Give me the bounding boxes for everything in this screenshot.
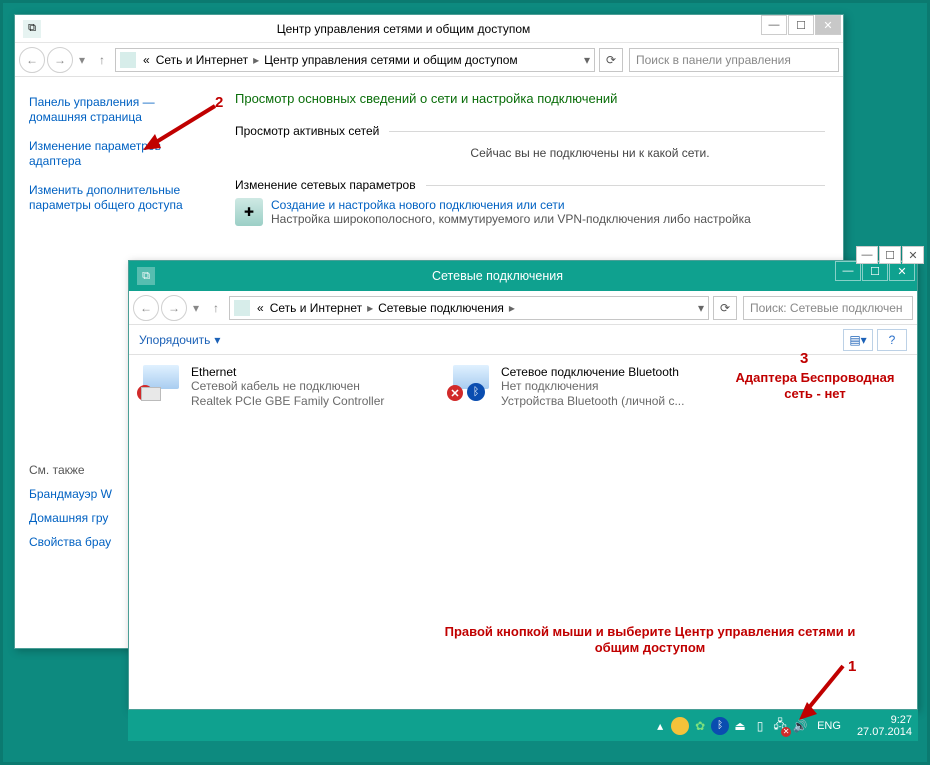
system-tray: ▴ ✿ ᛒ ⏏ ▯ 🖧✕ 🔊 ENG 9:27 27.07.2014 [651,714,912,738]
breadcrumb-pre: « [140,53,153,67]
sidebar-sharing-settings-link[interactable]: Изменить дополнительныепараметры общего … [29,183,215,213]
tray-volume-icon[interactable]: 🔊 [791,717,809,735]
back-button[interactable]: ← [133,295,159,321]
window-title: Сетевые подключения [161,269,834,283]
search-input[interactable]: Поиск в панели управления [629,48,839,72]
annotation-number-2: 2 [215,94,223,111]
error-icon: ✕ [447,385,463,401]
breadcrumb-item[interactable]: Сетевые подключения [375,301,507,315]
search-input[interactable]: Поиск: Сетевые подключен [743,296,913,320]
section-active-networks: Просмотр активных сетей [235,124,825,138]
title-bar: ⧉ Сетевые подключения — ☐ ✕ [129,261,917,291]
breadcrumb-item[interactable]: Центр управления сетями и общим доступом [261,53,521,67]
tray-network-icon[interactable]: 🖧✕ [771,717,789,735]
adapter-name: Ethernet [191,365,384,379]
minimize-button[interactable]: — [761,15,787,35]
new-connection-link[interactable]: Создание и настройка нового подключения … [271,198,751,212]
search-placeholder: Поиск: Сетевые подключен [750,301,903,315]
adapter-bluetooth[interactable]: ✕ ᛒ Сетевое подключение Bluetooth Нет по… [453,365,733,409]
view-options-button[interactable]: ▤▾ [843,329,873,351]
tray-eject-icon[interactable]: ⏏ [731,717,749,735]
dropdown-icon: ▾ [214,333,220,347]
address-bar[interactable]: « Сеть и Интернет ▸ Центр управления сет… [115,48,595,72]
minimize-button[interactable]: — [835,261,861,281]
history-dropdown[interactable]: ▾ [75,47,89,73]
help-button[interactable]: ? [877,329,907,351]
adapter-name: Сетевое подключение Bluetooth [501,365,684,379]
no-connection-text: Сейчас вы не подключены ни к какой сети. [235,146,825,160]
background-window-buttons: — ☐ ✕ [855,246,924,264]
adapter-device: Устройства Bluetooth (личной с... [501,394,684,409]
window-title: Центр управления сетями и общим доступом [47,22,760,36]
sidebar-home-link[interactable]: Панель управления —домашняя страница [29,95,215,125]
up-button[interactable]: ↑ [205,297,227,319]
dropdown-icon[interactable]: ▾ [584,53,590,67]
tray-language[interactable]: ENG [817,720,841,732]
section-change-settings: Изменение сетевых параметров [235,178,825,192]
chevron-right-icon: ▸ [507,301,517,315]
up-button[interactable]: ↑ [91,49,113,71]
new-connection-icon: ✚ [235,198,263,226]
app-icon: ⧉ [137,267,155,285]
tray-clock[interactable]: 9:27 27.07.2014 [857,714,912,738]
close-button[interactable]: ✕ [902,246,924,264]
location-icon [120,52,136,68]
tray-skype-icon[interactable]: ✿ [691,717,709,735]
minimize-button[interactable]: — [856,246,878,264]
close-button[interactable]: ✕ [815,15,841,35]
see-also-label: См. также [29,463,85,477]
maximize-button[interactable]: ☐ [788,15,814,35]
toolbar: ← → ▾ ↑ « Сеть и Интернет ▸ Сетевые подк… [129,291,917,325]
location-icon [234,300,250,316]
chevron-right-icon: ▸ [251,53,261,67]
tray-app-icon[interactable] [671,717,689,735]
tray-battery-icon[interactable]: ▯ [751,717,769,735]
command-bar: Упорядочить ▾ ▤▾ ? [129,325,917,355]
history-dropdown[interactable]: ▾ [189,295,203,321]
sidebar-adapter-settings-link[interactable]: Изменение параметровадаптера [29,139,215,169]
app-icon: ⧉ [23,20,41,38]
forward-button[interactable]: → [161,295,187,321]
bluetooth-icon: ᛒ [467,383,485,401]
breadcrumb-item[interactable]: Сеть и Интернет [267,301,365,315]
new-connection-desc: Настройка широкополосного, коммутируемог… [271,212,751,226]
breadcrumb-item[interactable]: Сеть и Интернет [153,53,251,67]
organize-button[interactable]: Упорядочить ▾ [139,333,220,347]
annotation-instruction: Правой кнопкой мыши и выберите Центр упр… [420,624,880,656]
annotation-text-3: Адаптера Беспроводнаясеть - нет [725,370,905,402]
annotation-number-1: 1 [848,658,856,675]
adapter-ethernet[interactable]: ✕ Ethernet Сетевой кабель не подключен R… [143,365,423,409]
chevron-right-icon: ▸ [365,301,375,315]
adapter-device: Realtek PCIe GBE Family Controller [191,394,384,409]
adapter-status: Нет подключения [501,379,684,394]
forward-button[interactable]: → [47,47,73,73]
annotation-number-3: 3 [800,350,808,367]
search-placeholder: Поиск в панели управления [636,53,791,67]
back-button[interactable]: ← [19,47,45,73]
taskbar: ▴ ✿ ᛒ ⏏ ▯ 🖧✕ 🔊 ENG 9:27 27.07.2014 [128,710,918,741]
tray-bluetooth-icon[interactable]: ᛒ [711,717,729,735]
close-button[interactable]: ✕ [889,261,915,281]
dropdown-icon[interactable]: ▾ [698,301,704,315]
breadcrumb-pre: « [254,301,267,315]
nic-icon [141,387,161,401]
maximize-button[interactable]: ☐ [879,246,901,264]
adapter-status: Сетевой кабель не подключен [191,379,384,394]
refresh-button[interactable]: ⟳ [713,296,737,320]
tray-up-icon[interactable]: ▴ [651,717,669,735]
page-title: Просмотр основных сведений о сети и наст… [235,91,825,106]
toolbar: ← → ▾ ↑ « Сеть и Интернет ▸ Центр управл… [15,43,843,77]
title-bar: ⧉ Центр управления сетями и общим доступ… [15,15,843,43]
new-connection-item[interactable]: ✚ Создание и настройка нового подключени… [235,198,825,226]
maximize-button[interactable]: ☐ [862,261,888,281]
address-bar[interactable]: « Сеть и Интернет ▸ Сетевые подключения … [229,296,709,320]
refresh-button[interactable]: ⟳ [599,48,623,72]
